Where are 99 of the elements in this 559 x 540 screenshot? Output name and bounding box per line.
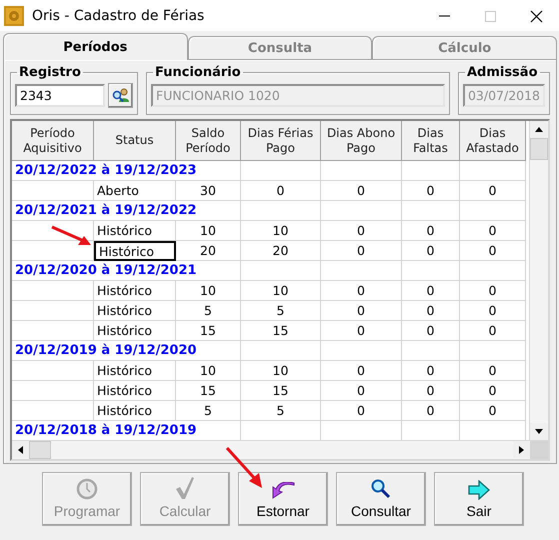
- table-cell: 0: [321, 401, 402, 421]
- table-cell[interactable]: Histórico: [94, 221, 176, 241]
- column-header[interactable]: Dias Afastado: [460, 121, 526, 161]
- table-cell: 0: [241, 181, 321, 201]
- table-cell: 10: [176, 361, 241, 381]
- scroll-thumb[interactable]: [530, 138, 548, 160]
- table-cell: 0: [460, 181, 526, 201]
- field-label: Admissão: [466, 65, 539, 80]
- table-cell[interactable]: Histórico: [94, 361, 176, 381]
- table-cell[interactable]: Histórico: [94, 301, 176, 321]
- table-cell: 0: [460, 401, 526, 421]
- field-label: Registro: [18, 65, 82, 80]
- right-arrow-icon: [467, 480, 491, 500]
- table-cell: [402, 261, 460, 281]
- table-cell: 0: [321, 221, 402, 241]
- lookup-button[interactable]: [108, 82, 133, 108]
- period-row[interactable]: 20/12/2019 à 19/12/2020: [12, 341, 241, 361]
- table-cell: 0: [402, 381, 460, 401]
- scroll-right-icon: [519, 446, 524, 454]
- table-cell: 0: [321, 281, 402, 301]
- table-cell: 0: [321, 181, 402, 201]
- table-cell: 0: [402, 361, 460, 381]
- table-cell: 0: [460, 301, 526, 321]
- table-cell: 0: [321, 381, 402, 401]
- table-cell: 0: [460, 321, 526, 341]
- table-cell: 10: [241, 281, 321, 301]
- tab[interactable]: Períodos: [3, 33, 188, 60]
- table-cell: 0: [402, 281, 460, 301]
- table-cell: 0: [321, 241, 402, 261]
- period-row[interactable]: 20/12/2020 à 19/12/2021: [12, 261, 241, 281]
- column-header[interactable]: Saldo Período: [176, 121, 241, 161]
- table-cell: 0: [402, 221, 460, 241]
- table-cell: 0: [321, 361, 402, 381]
- table-cell: [460, 261, 526, 281]
- table-cell[interactable]: Histórico: [94, 321, 176, 341]
- table-cell: [460, 341, 526, 361]
- table-cell: 10: [176, 281, 241, 301]
- table-cell: 0: [402, 241, 460, 261]
- table-cell: 0: [321, 301, 402, 321]
- search-person-icon: [111, 86, 130, 104]
- scroll-up-icon: [534, 127, 542, 132]
- table-cell: [402, 201, 460, 221]
- column-header[interactable]: Dias Abono Pago: [321, 121, 402, 161]
- table-cell: 15: [241, 321, 321, 341]
- annotation-arrow: [50, 225, 92, 247]
- table-cell: 0: [402, 321, 460, 341]
- column-header[interactable]: Dias Faltas: [402, 121, 460, 161]
- scroll-left-icon: [18, 446, 23, 454]
- vertical-scrollbar[interactable]: [529, 121, 548, 440]
- input-field[interactable]: 2343: [15, 84, 105, 106]
- table-cell[interactable]: Histórico: [94, 381, 176, 401]
- action-button[interactable]: Sair: [434, 472, 524, 526]
- table-cell: 0: [460, 221, 526, 241]
- table-cell: 30: [176, 181, 241, 201]
- table-cell: 20: [241, 241, 321, 261]
- field-label: Funcionário: [154, 65, 242, 80]
- column-header[interactable]: Status: [94, 121, 176, 161]
- check-icon: [175, 476, 195, 500]
- table-cell: 15: [176, 381, 241, 401]
- table-cell: 10: [176, 221, 241, 241]
- table-cell: 5: [241, 301, 321, 321]
- scroll-thumb[interactable]: [29, 441, 51, 459]
- table-cell: 0: [460, 381, 526, 401]
- table-cell: 0: [460, 241, 526, 261]
- table-cell: 0: [402, 401, 460, 421]
- table-cell: [402, 341, 460, 361]
- table-cell[interactable]: Histórico: [94, 281, 176, 301]
- table-cell: 0: [321, 321, 402, 341]
- table-cell: 0: [402, 181, 460, 201]
- scroll-down-icon: [534, 429, 542, 434]
- horizontal-scrollbar[interactable]: [12, 441, 530, 459]
- table-cell: 10: [241, 221, 321, 241]
- table-cell: 0: [402, 301, 460, 321]
- table-cell: [460, 201, 526, 221]
- table-cell: 0: [460, 281, 526, 301]
- table-cell: 5: [176, 401, 241, 421]
- column-header[interactable]: Dias Férias Pago: [241, 121, 321, 161]
- table-cell: 5: [241, 401, 321, 421]
- table-cell: 15: [241, 381, 321, 401]
- table-cell: 0: [460, 361, 526, 381]
- window-title: Oris - Cadastro de Férias: [32, 8, 206, 24]
- table-cell: 20: [176, 241, 241, 261]
- table-cell[interactable]: Histórico: [94, 241, 176, 261]
- column-header[interactable]: Período Aquisitivo: [12, 121, 94, 161]
- period-row[interactable]: 20/12/2022 à 19/12/2023: [12, 161, 241, 181]
- table-cell: [402, 161, 460, 181]
- table-cell[interactable]: Aberto: [94, 181, 176, 201]
- period-row[interactable]: 20/12/2021 à 19/12/2022: [12, 201, 241, 221]
- curved-arrow-icon: [271, 482, 295, 500]
- table-cell: 15: [176, 321, 241, 341]
- action-button[interactable]: Estornar: [238, 472, 328, 526]
- table-cell: [460, 161, 526, 181]
- search-icon: [370, 478, 392, 500]
- table-cell: 5: [176, 301, 241, 321]
- table-cell: 10: [241, 361, 321, 381]
- action-button[interactable]: Consultar: [336, 472, 426, 526]
- app-icon: [4, 6, 24, 26]
- table-cell[interactable]: Histórico: [94, 401, 176, 421]
- clock-icon: [76, 478, 98, 500]
